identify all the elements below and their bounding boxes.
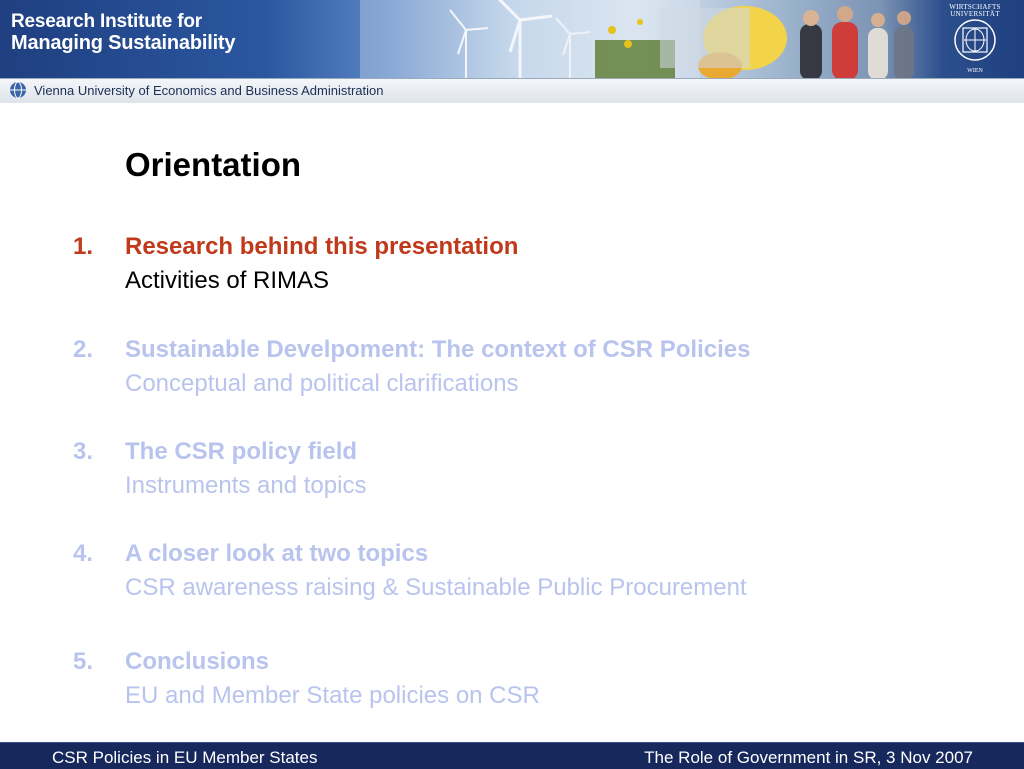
footer-right-text: The Role of Government in SR, 3 Nov 2007	[644, 748, 973, 767]
globe-seal-icon	[954, 19, 996, 61]
org-name-line-1: Research Institute for	[11, 11, 202, 32]
slide-title: Orientation	[125, 146, 302, 183]
university-seal: WIRTSCHAFTS UNIVERSITÄT WIEN	[938, 3, 1012, 75]
agenda-subtitle: Instruments and topics	[125, 472, 367, 499]
seal-text-bottom: WIEN	[967, 68, 983, 74]
header-banner: Research Institute for Managing Sustaina…	[0, 0, 1024, 103]
agenda-heading: The CSR policy field	[125, 438, 358, 465]
footer-left-text: CSR Policies in EU Member States	[52, 748, 318, 767]
org-name-line-2: Managing Sustainability	[11, 32, 236, 54]
agenda-heading: Research behind this presentation	[125, 233, 519, 260]
agenda-item-4: 4. A closer look at two topics CSR aware…	[0, 540, 1024, 610]
agenda-number: 4.	[73, 540, 94, 567]
footer-bar: CSR Policies in EU Member States The Rol…	[0, 742, 1024, 769]
agenda-subtitle: Activities of RIMAS	[125, 267, 330, 294]
agenda-item-1: 1. Research behind this presentation Act…	[0, 233, 1024, 303]
agenda-item-5: 5. Conclusions EU and Member State polic…	[0, 648, 1024, 718]
university-name: Vienna University of Economics and Busin…	[34, 83, 384, 98]
globe-icon	[10, 81, 26, 99]
agenda-subtitle: Conceptual and political clarifications	[125, 370, 519, 397]
agenda-number: 1.	[73, 233, 94, 260]
seal-text-top: WIRTSCHAFTS UNIVERSITÄT	[949, 3, 1001, 18]
agenda-subtitle: CSR awareness raising & Sustainable Publ…	[125, 574, 747, 601]
agenda-heading: Conclusions	[125, 648, 270, 675]
people-photo	[800, 6, 914, 80]
agenda-item-3: 3. The CSR policy field Instruments and …	[0, 438, 1024, 508]
agenda-number: 5.	[73, 648, 94, 675]
agenda-heading: A closer look at two topics	[125, 540, 429, 567]
agenda-item-2: 2. Sustainable Develpoment: The context …	[0, 336, 1024, 406]
agenda-number: 3.	[73, 438, 94, 465]
agenda-number: 2.	[73, 336, 94, 363]
agenda-heading: Sustainable Develpoment: The context of …	[125, 336, 751, 363]
agenda-subtitle: EU and Member State policies on CSR	[125, 682, 540, 709]
